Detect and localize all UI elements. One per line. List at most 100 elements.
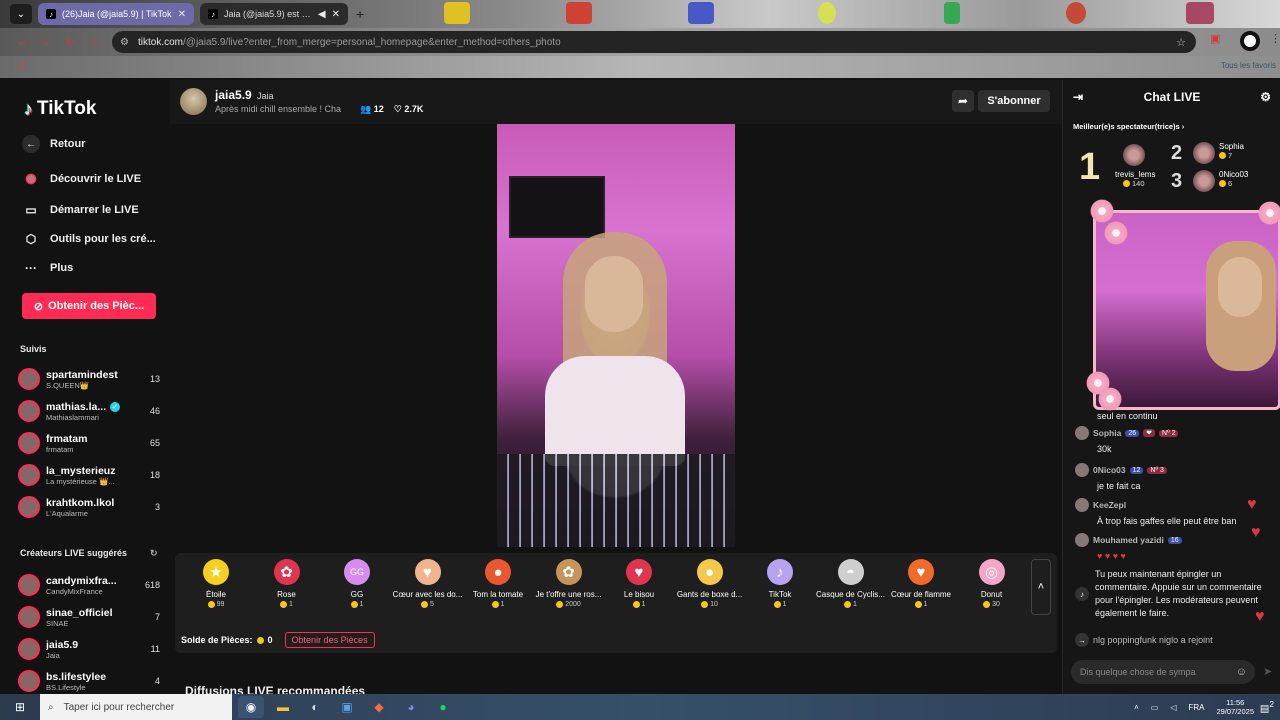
- chat-input[interactable]: Dis quelque chose de sympa ☺: [1071, 660, 1255, 684]
- close-tab-icon[interactable]: ✕: [178, 9, 186, 20]
- gift-item[interactable]: ★ Étoile 99: [181, 559, 251, 617]
- top-viewers-label[interactable]: Meilleur(e)s spectateur(trice)s ›: [1073, 122, 1184, 131]
- taskbar-search[interactable]: ⌕ Taper ici pour rechercher: [40, 694, 232, 720]
- gift-item[interactable]: ● Tom la tomate 1: [463, 559, 533, 617]
- user-badge: Nº 3: [1147, 466, 1167, 474]
- emoji-icon[interactable]: ☺: [1236, 666, 1247, 678]
- gift-name: Cœur de flamme: [890, 590, 951, 599]
- windows-start-icon[interactable]: ⊞: [0, 694, 40, 720]
- user-subtitle: Mathiaslammari: [46, 412, 99, 422]
- gift-item[interactable]: ♥ Le bisou 1: [604, 559, 674, 617]
- share-button[interactable]: ➦: [952, 90, 974, 112]
- nav-more[interactable]: ··· Plus: [22, 259, 73, 277]
- user-names: krahtkom.lkol L'Aqualarme: [46, 497, 138, 518]
- nav-discover-live[interactable]: Découvrir le LIVE: [22, 170, 141, 188]
- user-row[interactable]: candymixfra... CandyMixFrance 618: [18, 571, 160, 599]
- subscribe-button[interactable]: S'abonner: [978, 90, 1050, 112]
- all-bookmarks-link[interactable]: Tous les favoris: [1221, 61, 1276, 70]
- user-row[interactable]: jaia5.9 Jaia 11: [18, 635, 160, 663]
- forward-arrow-icon[interactable]: →: [38, 36, 54, 48]
- refresh-icon[interactable]: ↻: [150, 548, 158, 559]
- chat-message[interactable]: 0Nico03 12 Nº 3 je te fait ca: [1075, 463, 1275, 493]
- expand-gifts-button[interactable]: ˄: [1031, 559, 1051, 615]
- tray-chevron-icon[interactable]: ˄: [1134, 703, 1139, 712]
- user-row[interactable]: mathias.la... ✓ Mathiaslammari 46: [18, 397, 160, 425]
- tab-tiktok-live[interactable]: ♪ Jaia (@jaia5.9) est en LIVE ◀ ✕: [200, 3, 348, 25]
- send-icon[interactable]: ➤: [1263, 665, 1272, 678]
- ea-app-icon[interactable]: ◆: [366, 696, 392, 718]
- get-coins-button[interactable]: ⊘ Obtenir des Pièc...: [22, 293, 156, 319]
- gift-item[interactable]: ● Gants de boxe d... 10: [675, 559, 745, 617]
- gift-icon: ◓: [837, 559, 864, 585]
- clock[interactable]: 11:56 29/07/2025: [1216, 698, 1254, 717]
- live-video[interactable]: [497, 124, 735, 547]
- extension-icon[interactable]: ▣: [1210, 32, 1220, 45]
- gift-item[interactable]: ◓ Casque de Cyclis... 1: [816, 559, 886, 617]
- host-avatar[interactable]: [180, 88, 207, 115]
- volume-icon[interactable]: ◁: [1170, 703, 1176, 712]
- top-viewer-1[interactable]: trevis_lems 140: [1115, 144, 1155, 188]
- site-info-icon[interactable]: ⚙: [120, 37, 132, 48]
- coin-icon: [914, 601, 922, 608]
- url-host: tiktok.com: [138, 36, 184, 48]
- tab-tiktok-profile[interactable]: ♪ (26)Jaia (@jaia5.9) | TikTok ✕: [38, 3, 194, 25]
- top-viewer-3[interactable]: 0Nico03 6: [1193, 170, 1248, 192]
- user-row[interactable]: sinae_officiel SINAE 7: [18, 603, 160, 631]
- home-icon[interactable]: ⌂: [86, 36, 102, 48]
- reload-icon[interactable]: ↻: [62, 36, 78, 49]
- profile-avatar-icon[interactable]: [1240, 31, 1260, 51]
- gift-item[interactable]: ✿ Je t'offre une ros... 2000: [534, 559, 604, 617]
- back-button[interactable]: ← Retour: [22, 135, 85, 153]
- user-name: spartamindest: [46, 369, 138, 381]
- new-tab-icon[interactable]: +: [356, 6, 364, 22]
- message-header: 0Nico03 12 Nº 3: [1075, 463, 1275, 477]
- gift-item[interactable]: ✿ Rose 1: [252, 559, 322, 617]
- user-row[interactable]: spartamindest S.QUEEN👑 13: [18, 365, 160, 393]
- nav-creator-tools[interactable]: ⬡ Outils pour les cré...: [22, 230, 156, 248]
- back-arrow-icon[interactable]: ←: [14, 36, 30, 48]
- tab-search-icon[interactable]: ⌄: [10, 4, 32, 24]
- gift-item[interactable]: ◎ Donut 30: [957, 559, 1027, 617]
- gift-item[interactable]: ♥ Cœur de flamme 1: [886, 559, 956, 617]
- live-chat-panel: ⇥ Chat LIVE ⚙ Meilleur(e)s spectateur(tr…: [1062, 80, 1280, 694]
- tiktok-logo[interactable]: ♪ TikTok: [24, 98, 96, 120]
- store-app-icon[interactable]: ▣: [334, 696, 360, 718]
- bookmark-star-icon[interactable]: ☆: [1176, 36, 1186, 49]
- close-tab-icon[interactable]: ✕: [332, 9, 340, 20]
- chat-message[interactable]: Mouhamed yazidi 16 ♥ ♥ ♥ ♥: [1075, 533, 1275, 563]
- user-row[interactable]: krahtkom.lkol L'Aqualarme 3: [18, 493, 160, 521]
- collapse-chat-icon[interactable]: ⇥: [1073, 90, 1083, 104]
- network-icon[interactable]: ▭: [1151, 703, 1159, 712]
- chat-settings-icon[interactable]: ⚙: [1260, 90, 1271, 104]
- browser-menu-icon[interactable]: ⋮: [1270, 32, 1280, 45]
- address-bar[interactable]: ⚙ tiktok.com/@jaia5.9/live?enter_from_me…: [112, 31, 1196, 53]
- input-language[interactable]: FRA: [1188, 703, 1204, 712]
- gift-icon: ●: [485, 559, 511, 585]
- user-subtitle: La mystérieuse 👑...: [46, 476, 115, 486]
- file-explorer-icon[interactable]: ▬: [270, 696, 296, 718]
- chrome-app-icon[interactable]: ◉: [238, 696, 264, 718]
- user-row[interactable]: la_mysterieuz La mystérieuse 👑... 18: [18, 461, 160, 489]
- get-coins-link[interactable]: Obtenir des Pièces: [284, 632, 375, 648]
- spotify-app-icon[interactable]: ●: [430, 696, 456, 718]
- user-avatar: [18, 432, 40, 454]
- top-viewer-2[interactable]: Sophia 7: [1193, 142, 1244, 164]
- chat-message[interactable]: Sophia 26 ❤ Nº 2 30k: [1075, 426, 1275, 456]
- media-app-icon[interactable]: ◐: [302, 696, 328, 718]
- discord-app-icon[interactable]: ◕: [398, 696, 424, 718]
- user-row[interactable]: bs.lifestylee BS.Lifestyle 4: [18, 667, 160, 695]
- nav-start-live[interactable]: ▭ Démarrer le LIVE: [22, 201, 138, 219]
- user-row[interactable]: frmatam frmatam 65: [18, 429, 160, 457]
- gift-item[interactable]: ♪ TikTok 1: [745, 559, 815, 617]
- host-name[interactable]: jaia5.9 Jaia: [215, 88, 274, 102]
- gift-item[interactable]: ♥ Cœur avec les do... 5: [393, 559, 463, 617]
- chat-message[interactable]: KeeZepl À trop fais gaffes elle peut être…: [1075, 498, 1275, 528]
- notification-icon[interactable]: ▤2: [1260, 699, 1274, 714]
- user-badge: 16: [1167, 536, 1182, 544]
- gift-price-value: 30: [992, 601, 1000, 608]
- apps-grid-icon[interactable]: ⠿: [18, 60, 27, 74]
- audio-icon[interactable]: ◀: [318, 9, 326, 20]
- gift-item[interactable]: GG GG 1: [322, 559, 392, 617]
- flower-icon: [1103, 220, 1129, 246]
- coin-icon: [844, 601, 852, 608]
